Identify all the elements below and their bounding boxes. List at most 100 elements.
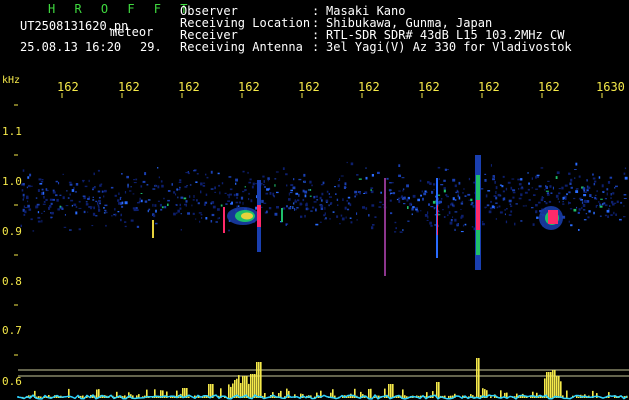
noise-speck	[536, 216, 539, 219]
noise-speck	[600, 198, 603, 200]
noise-speck	[202, 185, 206, 187]
noise-speck	[321, 192, 324, 196]
noise-speck	[98, 199, 101, 202]
noise-speck	[218, 217, 220, 219]
noise-speck	[354, 195, 356, 198]
noise-speck	[581, 201, 584, 204]
noise-speck	[321, 199, 323, 202]
noise-speck	[129, 190, 132, 192]
noise-speck	[452, 216, 454, 218]
noise-speck	[347, 208, 350, 211]
noise-speck	[21, 183, 23, 185]
noise-speck	[220, 204, 223, 207]
amplitude-bar	[548, 372, 550, 398]
noise-speck	[458, 196, 461, 200]
noise-speck	[27, 200, 29, 203]
noise-speck	[303, 173, 306, 177]
noise-speck	[256, 195, 257, 199]
noise-speck	[104, 209, 107, 212]
noise-speck	[490, 164, 492, 167]
noise-speck	[421, 190, 423, 193]
noise-speck	[62, 196, 65, 200]
noise-speck	[120, 202, 122, 206]
noise-speck	[199, 220, 201, 223]
noise-speck	[528, 199, 531, 201]
noise-speck	[135, 178, 138, 181]
noise-speck	[196, 199, 198, 202]
noise-speck	[448, 211, 451, 215]
noise-speck	[461, 200, 464, 202]
noise-speck	[101, 190, 104, 193]
noise-speck	[30, 218, 33, 221]
noise-speck	[347, 196, 351, 199]
noise-speck	[610, 214, 613, 216]
noise-speck	[124, 225, 127, 228]
noise-speck	[422, 197, 424, 201]
noise-speck	[294, 208, 296, 211]
noise-speck	[295, 208, 297, 211]
amplitude-bar	[554, 370, 556, 398]
noise-speck	[119, 197, 122, 200]
noise-speck	[335, 193, 337, 195]
noise-speck	[140, 193, 143, 194]
noise-speck	[289, 192, 293, 194]
noise-speck	[525, 204, 527, 207]
noise-speck	[309, 180, 312, 184]
noise-speck	[538, 201, 541, 204]
amplitude-bar	[38, 396, 40, 398]
noise-speck	[495, 202, 498, 204]
amplitude-bar	[228, 384, 230, 398]
noise-speck	[87, 197, 90, 200]
noise-speck	[26, 196, 29, 200]
noise-speck	[588, 210, 591, 213]
meteor-echo	[475, 155, 481, 270]
noise-speck	[329, 218, 331, 220]
noise-speck	[512, 191, 516, 194]
noise-speck	[75, 206, 78, 208]
noise-speck	[424, 190, 427, 193]
noise-speck	[457, 223, 459, 226]
noise-speck	[484, 207, 486, 209]
noise-speck	[532, 223, 535, 226]
noise-speck	[359, 191, 361, 195]
noise-speck	[286, 184, 288, 187]
noise-speck	[547, 180, 550, 182]
noise-speck	[205, 173, 207, 176]
top-tick-marks	[61, 93, 603, 98]
noise-speck	[24, 210, 27, 214]
noise-speck	[456, 223, 458, 226]
noise-speck	[91, 225, 94, 227]
noise-speck	[52, 198, 55, 201]
noise-speck	[315, 195, 318, 198]
noise-speck	[228, 176, 232, 178]
noise-speck	[148, 208, 151, 211]
noise-speck	[607, 215, 609, 218]
noise-speck	[235, 201, 239, 204]
noise-speck	[417, 198, 420, 202]
noise-speck	[490, 200, 492, 203]
noise-speck	[187, 212, 190, 215]
amplitude-bar	[402, 389, 404, 398]
noise-speck	[212, 205, 216, 209]
noise-speck	[152, 203, 154, 207]
noise-speck	[341, 217, 345, 221]
noise-speck	[620, 201, 623, 204]
noise-speck	[292, 186, 296, 190]
noise-speck	[90, 207, 92, 210]
noise-speck	[171, 183, 173, 186]
noise-speck	[43, 210, 45, 212]
noise-speck	[584, 201, 588, 204]
noise-speck	[440, 184, 444, 186]
noise-speck	[434, 224, 436, 226]
noise-speck	[98, 209, 101, 212]
noise-speck	[520, 194, 523, 197]
noise-speck	[340, 175, 344, 177]
amplitude-bar	[248, 383, 250, 398]
noise-speck	[50, 202, 53, 205]
noise-speck	[424, 214, 428, 217]
noise-speck	[538, 185, 542, 188]
noise-speck	[609, 205, 611, 207]
noise-speck	[120, 218, 122, 222]
noise-speck	[540, 167, 544, 169]
noise-speck	[540, 198, 544, 202]
